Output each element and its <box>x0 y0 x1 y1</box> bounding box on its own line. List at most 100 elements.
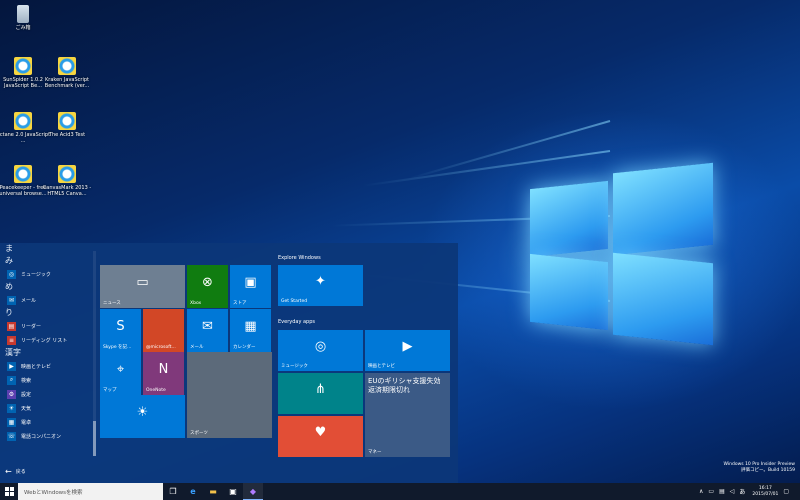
notification-icon[interactable]: ▢ <box>783 488 789 495</box>
app-list-item[interactable]: ▦ 電卓 <box>0 415 92 429</box>
twitter-photo-icon <box>143 309 184 344</box>
alpha-header[interactable]: 漢字 <box>0 347 92 359</box>
calculator-icon: ▦ <box>7 417 16 427</box>
back-button[interactable]: ← 戻る <box>5 467 26 476</box>
app-list-item-label: 検索 <box>21 377 32 384</box>
internet-shortcut-icon <box>14 112 32 130</box>
phone-icon: ☏ <box>7 431 16 441</box>
alpha-header[interactable]: め <box>0 281 92 293</box>
app-list-scrollbar[interactable] <box>93 251 96 456</box>
store-icon: ▣ <box>229 487 237 496</box>
start-tile[interactable]: S Skype を記... <box>100 309 141 352</box>
music-icon: ◎ <box>7 269 16 279</box>
tile-label: カレンダー <box>233 345 256 350</box>
network-icon[interactable]: ▤ <box>719 488 725 495</box>
app-list-item[interactable]: ◎ ミュージック <box>0 267 92 281</box>
internet-shortcut-icon <box>58 112 76 130</box>
logo-pane <box>613 162 713 256</box>
app-list-item-label: リーダー <box>21 323 42 330</box>
app-list-item[interactable]: ✉ メール <box>0 293 92 307</box>
edge-button[interactable]: e <box>183 483 203 500</box>
store-button[interactable]: ▣ <box>223 483 243 500</box>
start-tile[interactable]: N OneNote <box>143 352 184 395</box>
app-list-item-label: 電話コンパニオン <box>21 433 62 440</box>
app-list-item[interactable]: ▶ 映画とテレビ <box>0 359 92 373</box>
internet-shortcut-icon <box>58 57 76 75</box>
app-list-item[interactable]: ☏ 電話コンパニオン <box>0 429 92 443</box>
app-list-item[interactable]: ⌕ 検索 <box>0 373 92 387</box>
search-icon: ⌕ <box>7 375 16 385</box>
alpha-header[interactable]: ま <box>0 243 92 255</box>
app-list-item[interactable]: ⚙ 設定 <box>0 387 92 401</box>
app-list-item[interactable]: ≡ リーディング リスト <box>0 333 92 347</box>
health-icon: ♥ <box>314 425 327 440</box>
app-list: まみ ◎ ミュージックめ ✉ メールり ▤ リーダー ≡ リーディング リスト 漢字 ▶ 映画とテレビ… <box>0 243 92 468</box>
logo-pane <box>613 252 713 346</box>
gear-icon: ⚙ <box>7 389 16 399</box>
watermark-line-2: 評価コピー。Build 10159 <box>741 468 795 473</box>
app-list-item-label: メール <box>21 297 37 304</box>
start-tile[interactable]: ◎ ミュージック <box>278 330 363 371</box>
start-menu: まみ ◎ ミュージックめ ✉ メールり ▤ リーダー ≡ リーディング リスト 漢字 ▶ 映画とテレビ… <box>0 243 458 483</box>
start-tile[interactable]: ▭ ニュース <box>100 265 185 308</box>
alpha-header[interactable]: み <box>0 255 92 267</box>
start-tile[interactable]: ✉ メール <box>187 309 228 352</box>
clock[interactable]: 16:17 2015/07/01 <box>752 486 778 498</box>
logo-pane <box>530 180 608 258</box>
start-tile[interactable]: ✦ Get Started <box>278 265 363 306</box>
desktop-icon-label: Kraken JavaScript Benchmark (ver... <box>44 77 90 89</box>
onenote-icon: N <box>158 362 169 377</box>
alpha-header[interactable]: り <box>0 307 92 319</box>
start-tile[interactable]: ⌖ マップ <box>100 352 141 395</box>
desktop-icon[interactable]: CanvasMark 2013 - HTML5 Canva... <box>39 165 95 197</box>
reader-icon: ▤ <box>7 321 16 331</box>
start-tile[interactable]: ▦ カレンダー <box>230 309 271 352</box>
start-tile[interactable]: @microsoft... <box>143 309 184 352</box>
start-tile[interactable]: ⋔ <box>278 373 363 414</box>
start-tile[interactable]: ☀ <box>100 395 185 438</box>
volume-icon[interactable]: ◁ <box>730 488 735 495</box>
task-view-button[interactable]: ❐ <box>163 483 183 500</box>
scroll-thumb[interactable] <box>93 421 96 456</box>
desktop-icon[interactable]: ごみ箱 <box>0 5 51 31</box>
tile-label: マップ <box>103 388 117 393</box>
desktop-icon[interactable]: Kraken JavaScript Benchmark (ver... <box>39 57 95 89</box>
start-tile[interactable]: EUのギリシャ支援失効 返済期限切れ <box>365 373 450 457</box>
task-view-icon: ❐ <box>169 487 177 496</box>
group-title-explore: Explore Windows <box>278 255 321 261</box>
input-method-icon[interactable]: あ <box>739 487 745 496</box>
start-button[interactable] <box>0 483 18 500</box>
calendar-icon: ▦ <box>244 319 257 334</box>
app-list-item[interactable]: ▤ リーダー <box>0 319 92 333</box>
app-list-item[interactable]: ☀ 天気 <box>0 401 92 415</box>
group-title-everyday: Everyday apps <box>278 319 316 325</box>
tile-label: ミュージック <box>281 364 308 369</box>
xbox-icon: ⊗ <box>202 275 213 290</box>
chevron-up-icon[interactable]: ∧ <box>699 488 703 495</box>
tile-label: スポーツ <box>190 431 208 436</box>
file-explorer-button[interactable]: ▬ <box>203 483 223 500</box>
app-icon: ◆ <box>249 486 257 496</box>
internet-shortcut-icon <box>14 57 32 75</box>
start-tile[interactable]: スポーツ <box>187 352 272 438</box>
start-tile[interactable]: ▣ ストア <box>230 265 271 308</box>
internet-shortcut-icon <box>58 165 76 183</box>
app-list-item-label: ミュージック <box>21 271 51 278</box>
desktop-icon-label: ごみ箱 <box>15 25 31 31</box>
start-tile[interactable]: ⊗ Xbox <box>187 265 228 308</box>
app-list-item-label: リーディング リスト <box>21 337 68 344</box>
desktop-icon-label: The Acid3 Test <box>48 132 86 138</box>
sports-photo-icon <box>187 352 272 430</box>
back-arrow-icon: ← <box>5 467 12 476</box>
onenote-taskbar-button[interactable]: ◆ <box>243 483 263 500</box>
search-box[interactable]: WebとWindowsを検索 <box>18 483 163 500</box>
start-tile[interactable]: ♥ <box>278 416 363 457</box>
tile-label: 映画とテレビ <box>368 364 395 369</box>
app-list-item-label: 映画とテレビ <box>21 363 52 370</box>
film-icon: ▶ <box>402 339 413 354</box>
tile-label: OneNote <box>146 388 166 393</box>
desktop-icon[interactable]: The Acid3 Test <box>39 112 95 138</box>
battery-icon[interactable]: ▭ <box>708 488 714 495</box>
start-tile[interactable]: ▶ 映画とテレビ <box>365 330 450 371</box>
lightbulb-icon: ✦ <box>315 274 326 289</box>
